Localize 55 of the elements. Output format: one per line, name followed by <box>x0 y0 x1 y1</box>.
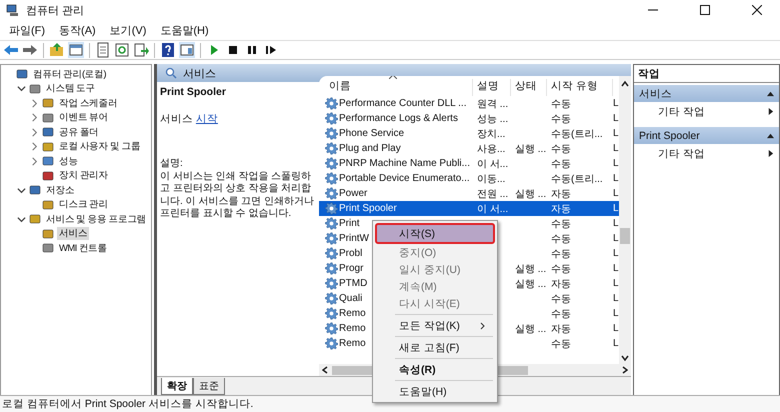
description-cell-text: 사용... <box>476 142 506 156</box>
description-text: 이 서비스는 인쇄 작업을 스풀링하고 프린터와의 상호 작용을 처리합니다. 이 서비스를 끄면 인쇄하거나 프린터를 표시할 수 없습니다. <box>160 170 315 220</box>
description-cell-text: 이 서... <box>476 202 510 216</box>
table-cell: L <box>613 143 619 154</box>
startup-type-cell-text: 자동 <box>550 202 572 216</box>
startup-type-cell-text: 수동 <box>550 158 572 170</box>
table-cell: L <box>613 188 619 199</box>
description-label: 설명: <box>160 158 184 170</box>
status-cell-text: 실행 ... <box>514 188 547 200</box>
startup-type-cell-text: 수동 <box>550 232 572 246</box>
description-cell-text: 이동... <box>476 172 506 186</box>
status-cell-text: 실행 ... <box>514 262 547 276</box>
table-cell: L <box>613 113 619 124</box>
startup-type-cell-text: 자동 <box>550 188 572 200</box>
startup-type-cell-text: 수동 <box>550 262 572 276</box>
startup-type-cell-text: 수동 <box>550 292 572 306</box>
panel-title: 서비스 <box>183 66 216 80</box>
service-action-label: 서비스 <box>160 113 194 125</box>
startup-type-cell-text: 자동 <box>550 322 572 336</box>
table-cell: L <box>613 233 619 244</box>
startup-type-cell-text: 수동 <box>550 218 572 230</box>
status-cell-text: 실행 ... <box>514 322 547 336</box>
table-cell: L <box>613 278 619 289</box>
window-title: 컴퓨터 관리 <box>26 4 86 18</box>
status-cell-text: 실행 ... <box>514 278 547 290</box>
description-cell-text: 장치... <box>476 128 506 140</box>
table-cell: L <box>613 248 619 259</box>
description-cell-text: 이 서... <box>476 158 510 170</box>
table-cell: L <box>613 263 619 274</box>
table-cell: L <box>613 173 619 184</box>
status-text: 로컬 컴퓨터에서 Print Spooler 서비스를 시작합니다. <box>2 397 254 411</box>
table-cell: L <box>613 218 619 229</box>
description-cell-text: 원격 ... <box>476 98 510 110</box>
table-cell: L <box>613 128 619 139</box>
table-cell: L <box>613 323 619 334</box>
table-cell: L <box>613 308 619 319</box>
table-cell: L <box>613 158 619 169</box>
startup-type-cell-text: 수동 <box>550 248 572 260</box>
startup-type-cell-text: 수동(트리... <box>550 128 604 140</box>
service-name: Print Spooler <box>160 86 227 98</box>
startup-type-cell-text: 자동 <box>550 278 572 290</box>
table-cell: L <box>613 203 619 214</box>
table-cell: L <box>613 338 619 349</box>
table-cell: L <box>613 98 619 109</box>
startup-type-cell-text: 수동 <box>550 112 572 126</box>
startup-type-cell-text: 수동 <box>550 338 572 350</box>
description-cell-text: 성능 ... <box>476 112 510 126</box>
startup-type-cell-text: 수동 <box>550 142 572 156</box>
startup-type-cell-text: 수동 <box>550 308 572 320</box>
actions-title: 작업 <box>634 65 779 83</box>
status-cell-text: 실행 ... <box>514 142 547 156</box>
description-cell-text: 전원 ... <box>476 188 510 200</box>
startup-type-cell-text: 수동 <box>550 98 572 110</box>
table-cell: L <box>613 293 619 304</box>
startup-type-cell-text: 수동(트리... <box>550 172 604 186</box>
